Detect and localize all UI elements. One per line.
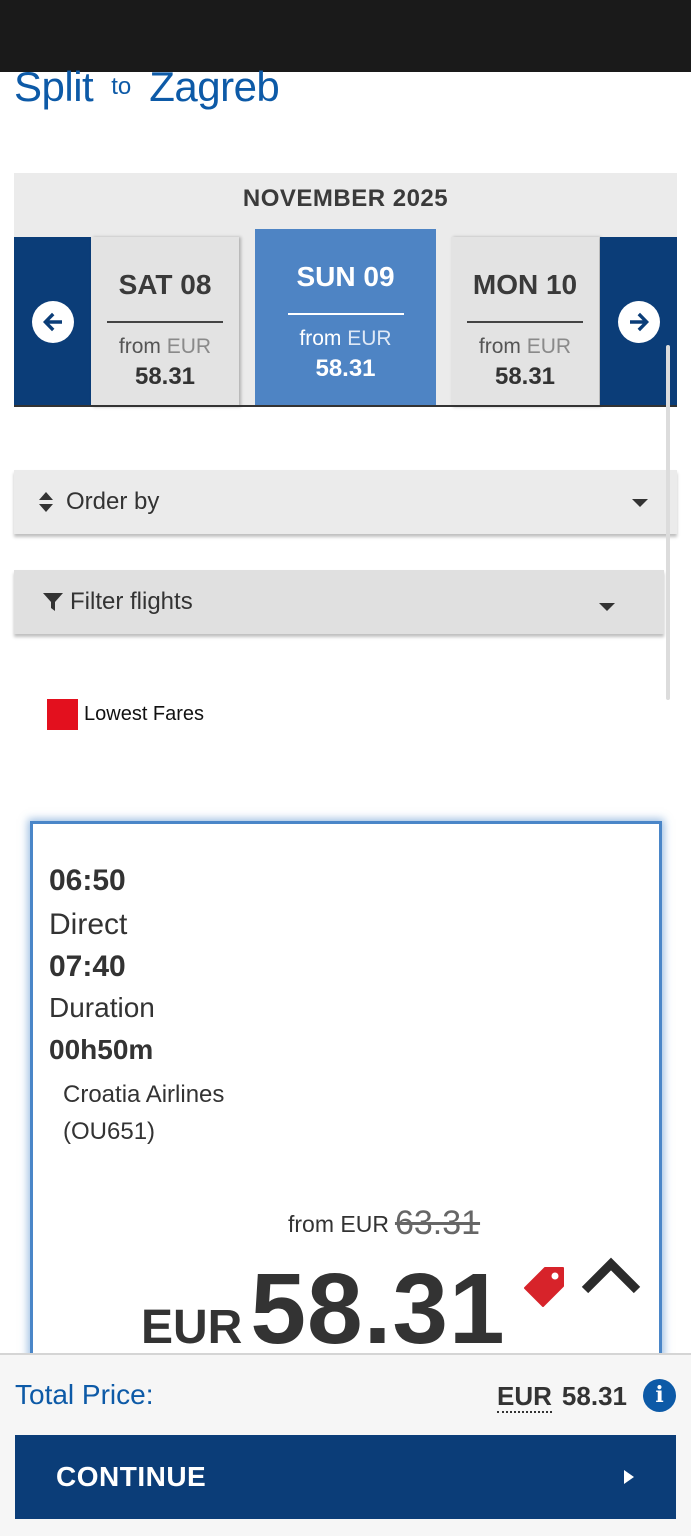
info-icon[interactable]: i	[643, 1379, 676, 1412]
price-tag-icon	[524, 1267, 564, 1307]
filter-flights-dropdown[interactable]: Filter flights	[14, 570, 664, 634]
from-text: from	[478, 335, 521, 358]
date-selector: NOVEMBER 2025 SAT 08 from EUR 58.31 MON …	[14, 173, 677, 407]
continue-button[interactable]: CONTINUE	[15, 1435, 676, 1519]
origin-city: Split	[14, 63, 94, 110]
from-text: from	[118, 335, 161, 358]
arrow-left-circle-icon	[31, 301, 74, 343]
day-label: MON 10	[472, 269, 578, 300]
divider	[467, 321, 583, 323]
day-price: 58.31	[134, 363, 196, 390]
duration-value: 00h50m	[49, 1034, 154, 1065]
divider	[287, 313, 404, 315]
order-by-label: Order by	[66, 488, 160, 515]
day-option-sun-09-selected[interactable]: SUN 09 from EUR 58.31	[255, 229, 436, 407]
from-text: from	[299, 327, 342, 350]
booking-footer: Total Price: EUR 58.31 i CONTINUE	[0, 1353, 691, 1536]
flight-number: (OU651)	[63, 1118, 156, 1145]
fare-amount: 58.31	[250, 1253, 506, 1365]
divider	[14, 405, 677, 407]
stops-label: Direct	[49, 908, 128, 941]
total-price-value: EUR 58.31	[497, 1381, 627, 1413]
caret-right-icon	[624, 1470, 634, 1484]
sort-icon	[39, 492, 53, 512]
legend: Lowest Fares	[47, 699, 204, 730]
fare-currency: EUR	[141, 1301, 243, 1354]
scrollbar[interactable]	[666, 345, 670, 700]
legend-label: Lowest Fares	[84, 703, 205, 725]
divider	[107, 321, 223, 323]
duration-label: Duration	[49, 992, 155, 1023]
filter-icon	[43, 593, 63, 611]
day-label: SAT 08	[118, 269, 212, 300]
old-price: 63.31	[394, 1204, 481, 1242]
caret-down-icon	[599, 603, 615, 611]
arrow-right-circle-icon	[617, 301, 660, 343]
order-by-dropdown[interactable]: Order by	[14, 470, 677, 534]
fare-price: EUR58.31	[141, 1252, 506, 1367]
departure-time: 06:50	[49, 864, 126, 897]
total-price-label: Total Price:	[15, 1379, 154, 1410]
total-currency: EUR	[497, 1381, 552, 1413]
chevron-up-icon[interactable]	[581, 1256, 641, 1296]
continue-label: CONTINUE	[56, 1461, 207, 1492]
month-label: NOVEMBER 2025	[242, 185, 449, 212]
from-price-line: from EUR 63.31	[288, 1204, 480, 1243]
flight-card[interactable]: 06:50 Direct 07:40 Duration 00h50m Croat…	[30, 821, 662, 1381]
previous-dates-button[interactable]	[14, 237, 91, 407]
caret-down-icon	[632, 499, 648, 507]
arrival-time: 07:40	[49, 950, 126, 983]
day-price: 58.31	[315, 355, 376, 382]
day-price: 58.31	[494, 363, 556, 390]
day-option-sat-08[interactable]: SAT 08 from EUR 58.31	[91, 237, 239, 407]
route-title: Split to Zagreb	[14, 62, 280, 112]
day-option-mon-10[interactable]: MON 10 from EUR 58.31	[451, 237, 599, 407]
lowest-fare-swatch	[47, 699, 78, 730]
route-connector: to	[111, 73, 132, 100]
destination-city: Zagreb	[149, 63, 280, 110]
day-label: SUN 09	[296, 261, 395, 292]
currency-text: EUR	[526, 335, 572, 358]
filter-flights-label: Filter flights	[70, 588, 193, 615]
total-amount: 58.31	[561, 1381, 627, 1411]
from-currency-text: from EUR	[288, 1211, 389, 1237]
currency-text: EUR	[166, 335, 212, 358]
airline-name: Croatia Airlines	[63, 1081, 225, 1108]
currency-text: EUR	[347, 327, 392, 350]
